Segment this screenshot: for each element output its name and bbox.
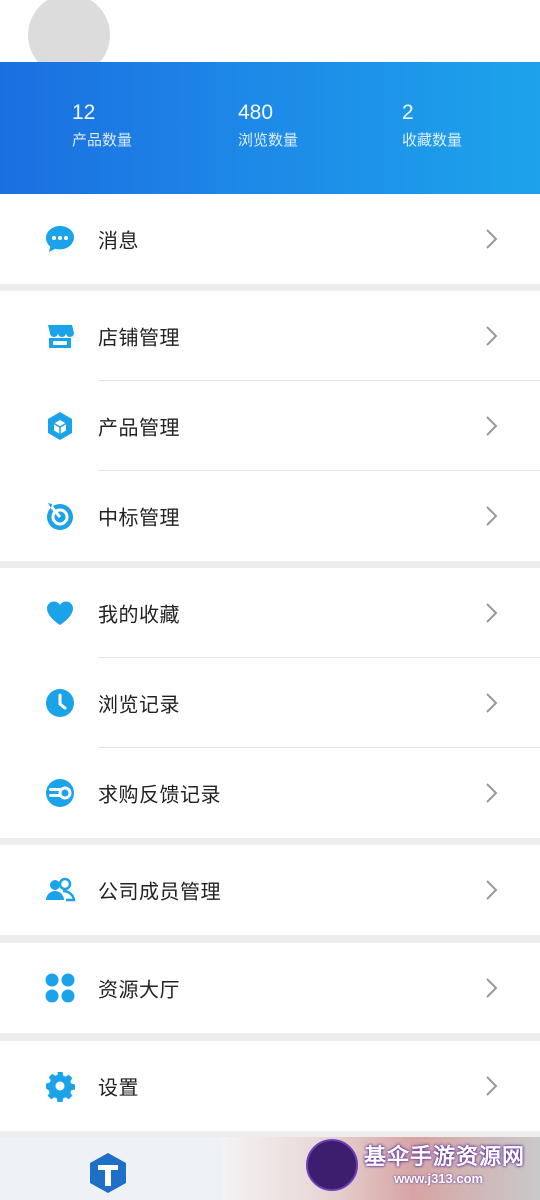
watermark-logo [306,1139,358,1191]
menu-item-settings[interactable]: 设置 [0,1041,540,1131]
menu-label: 设置 [98,1077,139,1100]
menu-item-products[interactable]: 产品管理 [0,381,540,471]
menu-group-management: 店铺管理 产品管理 中标管理 [0,291,540,561]
watermark-url: www.j313.com [394,1171,484,1186]
chevron-right-icon [486,693,498,713]
menu-group-records: 我的收藏 浏览记录 求购反馈记录 [0,568,540,838]
menu-group-members: 公司成员管理 [0,845,540,935]
stat-favorites[interactable]: 2 收藏数量 [402,100,462,152]
avatar-area [0,0,540,62]
menu-group-settings: 设置 [0,1041,540,1131]
chevron-right-icon [486,880,498,900]
storefront-icon [48,325,74,348]
chevron-right-icon [486,326,498,346]
menu-label: 店铺管理 [98,327,180,350]
menu-item-feedback[interactable]: 求购反馈记录 [0,748,540,838]
hexagon-cube-icon [48,412,72,440]
stat-products[interactable]: 12 产品数量 [72,100,132,152]
four-dots-icon [45,973,75,1003]
menu-item-members[interactable]: 公司成员管理 [0,845,540,935]
menu-label: 浏览记录 [98,694,180,717]
chevron-right-icon [486,229,498,249]
target-icon [47,503,73,530]
menu-group-resources: 资源大厅 [0,943,540,1033]
menu-label: 中标管理 [98,507,180,530]
stat-value: 480 [238,101,274,124]
chevron-right-icon [486,1076,498,1096]
chevron-right-icon [486,416,498,436]
chevron-right-icon [486,783,498,803]
stat-value: 12 [72,101,96,124]
menu-label: 我的收藏 [98,604,180,627]
stats-header: 12 产品数量 480 浏览数量 2 收藏数量 [0,62,540,194]
stat-value: 2 [402,101,414,124]
menu-label: 消息 [98,230,139,253]
heart-icon [47,601,73,625]
chat-bubble-icon [46,226,74,252]
watermark-badge: 基伞手游资源网 www.j313.com [302,1137,540,1200]
app-logo-icon [90,1153,126,1193]
watermark-banner: 基伞手游资源网 www.j313.com [222,1137,540,1200]
bottom-banner: 基伞手游资源网 www.j313.com [0,1137,540,1200]
menu-label: 资源大厅 [98,979,180,1002]
menu-group-messages: 消息 [0,194,540,284]
menu-item-history[interactable]: 浏览记录 [0,658,540,748]
avatar[interactable] [28,0,110,62]
stat-label: 产品数量 [72,132,133,149]
chevron-right-icon [486,603,498,623]
menu-item-shop[interactable]: 店铺管理 [0,291,540,381]
gear-icon [46,1072,75,1102]
stat-views[interactable]: 480 浏览数量 [238,100,298,152]
menu-item-favorites[interactable]: 我的收藏 [0,568,540,658]
menu-label: 公司成员管理 [98,881,221,904]
menu-label: 求购反馈记录 [98,784,221,807]
chevron-right-icon [486,506,498,526]
clock-icon [46,689,74,717]
stat-label: 收藏数量 [402,132,463,149]
watermark-title: 基伞手游资源网 [364,1144,526,1169]
chevron-right-icon [486,978,498,998]
menu-item-bids[interactable]: 中标管理 [0,471,540,561]
menu-item-messages[interactable]: 消息 [0,194,540,284]
stat-label: 浏览数量 [238,132,299,149]
menu-item-resources[interactable]: 资源大厅 [0,943,540,1033]
feedback-icon [46,779,74,807]
people-icon [46,877,76,902]
menu-label: 产品管理 [98,417,180,440]
